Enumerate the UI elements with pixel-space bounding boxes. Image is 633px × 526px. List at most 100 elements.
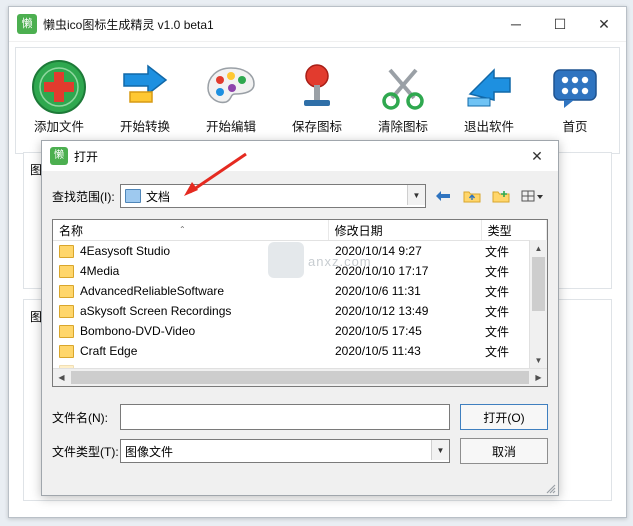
chevron-down-icon[interactable]: ▼ — [407, 185, 425, 205]
file-name-cell: aSkysoft Screen Recordings — [53, 304, 335, 318]
dialog-close-button[interactable]: ✕ — [516, 142, 558, 171]
toolbar-button-exit[interactable]: 退出软件 — [446, 53, 532, 135]
list-item[interactable]: 4Easysoft Studio 2020/10/14 9:27 文件 — [53, 241, 547, 261]
file-date-cell: 2020/10/10 17:17 — [335, 264, 429, 278]
file-name-text: 4Media — [80, 264, 120, 278]
open-button[interactable]: 打开(O) — [460, 404, 548, 430]
file-list-horizontal-scrollbar[interactable]: ◀ ▶ — [53, 368, 547, 386]
toolbar-label-home: 首页 — [562, 120, 588, 134]
file-name-text: aSkysoft Screen Recordings — [80, 304, 232, 318]
toolbar-label-clear-icon: 清除图标 — [377, 120, 428, 134]
file-name-cell: AdvancedReliableSoftware — [53, 284, 335, 298]
app-logo-icon: 懒 — [17, 14, 37, 34]
filename-input[interactable] — [120, 404, 450, 430]
maximize-button[interactable]: ☐ — [538, 8, 582, 41]
add-file-icon — [16, 56, 102, 118]
lookin-value: 文档 — [146, 189, 171, 204]
list-item[interactable]: Bombono-DVD-Video 2020/10/5 17:45 文件 — [53, 321, 547, 341]
file-name-text: Bombono-DVD-Video — [80, 324, 196, 338]
scroll-right-icon[interactable]: ▶ — [530, 369, 547, 386]
app-titlebar: 懒 懒虫ico图标生成精灵 v1.0 beta1 ─ ☐ ✕ — [9, 7, 626, 42]
toolbar-button-clear-icon[interactable]: 清除图标 — [360, 53, 446, 135]
toolbar-label-exit: 退出软件 — [463, 120, 514, 134]
column-header-name-label: 名称 — [59, 223, 84, 238]
scissors-icon — [360, 56, 446, 118]
column-header-name[interactable]: 名称 ⌃ — [53, 220, 329, 240]
list-item[interactable]: aSkysoft Screen Recordings 2020/10/12 13… — [53, 301, 547, 321]
new-folder-button[interactable] — [489, 185, 513, 207]
file-list-vertical-scrollbar[interactable]: ▲ ▼ — [529, 240, 547, 369]
horizontal-scroll-thumb[interactable] — [71, 371, 529, 384]
toolbar-button-home[interactable]: 首页 — [532, 53, 618, 135]
file-date-cell: 2020/10/14 9:27 — [335, 244, 422, 258]
list-item[interactable]: AdvancedReliableSoftware 2020/10/6 11:31… — [53, 281, 547, 301]
chevron-down-icon[interactable]: ▼ — [431, 440, 449, 460]
toolbar-label-edit: 开始编辑 — [205, 120, 256, 134]
folder-icon — [59, 304, 74, 318]
palette-icon — [188, 56, 274, 118]
filetype-label: 文件类型(T): — [52, 444, 119, 459]
toolbar-label-save-icon: 保存图标 — [291, 120, 342, 134]
sort-ascending-icon: ⌃ — [179, 225, 186, 234]
file-date-cell: 2020/10/12 13:49 — [335, 304, 429, 318]
toolbar-button-save-icon[interactable]: 保存图标 — [274, 53, 360, 135]
file-name-text: 4Easysoft Studio — [80, 244, 171, 258]
toolbar-button-add-file[interactable]: 添加文件 — [16, 53, 102, 135]
folder-icon — [59, 324, 74, 338]
file-name-cell: Bombono-DVD-Video — [53, 324, 335, 338]
column-header-date[interactable]: 修改日期 — [329, 220, 482, 240]
filetype-row: 文件类型(T): 图像文件 ▼ 取消 — [52, 438, 548, 464]
toolbar: 添加文件 开始转换 开始编辑 保存图标 清除图标 退出软件 首页 — [15, 47, 620, 154]
folder-icon — [59, 264, 74, 278]
home-chat-icon — [532, 56, 618, 118]
new-folder-icon — [492, 190, 510, 202]
list-item[interactable]: 4Media 2020/10/10 17:17 文件 — [53, 261, 547, 281]
file-name-text: AdvancedReliableSoftware — [80, 284, 225, 298]
lookin-combobox[interactable]: 文档 ▼ — [120, 184, 426, 208]
vertical-scroll-thumb[interactable] — [532, 257, 545, 311]
scroll-left-icon[interactable]: ◀ — [53, 369, 70, 386]
folder-icon — [59, 284, 74, 298]
toolbar-button-convert[interactable]: 开始转换 — [102, 53, 188, 135]
scroll-up-icon[interactable]: ▲ — [530, 240, 547, 257]
file-date-cell: 2020/10/5 17:45 — [335, 324, 422, 338]
folder-icon — [59, 344, 74, 358]
column-header-type-label: 类型 — [487, 223, 512, 238]
toolbar-label-convert: 开始转换 — [119, 120, 170, 134]
resize-grip[interactable] — [544, 482, 556, 494]
view-mode-button[interactable] — [518, 185, 548, 207]
filetype-value: 图像文件 — [125, 444, 174, 459]
view-list-icon — [521, 190, 543, 202]
filename-row: 文件名(N): 打开(O) — [52, 404, 548, 430]
file-name-cell: 4Easysoft Studio — [53, 244, 335, 258]
back-arrow-icon — [436, 191, 450, 201]
documents-folder-icon — [125, 189, 141, 203]
minimize-button[interactable]: ─ — [494, 8, 538, 41]
file-list-header: 名称 ⌃ 修改日期 类型 — [53, 220, 547, 241]
scroll-down-icon[interactable]: ▼ — [530, 352, 547, 369]
file-list[interactable]: 名称 ⌃ 修改日期 类型 4Easysoft Studio 2020/10/14… — [52, 219, 548, 387]
file-name-cell: 4Media — [53, 264, 335, 278]
back-button[interactable] — [431, 185, 455, 207]
up-folder-button[interactable] — [460, 185, 484, 207]
list-item[interactable]: Craft Edge 2020/10/5 11:43 文件 — [53, 341, 547, 361]
dialog-title: 打开 — [74, 149, 99, 164]
folder-icon — [59, 244, 74, 258]
up-folder-icon — [463, 191, 481, 202]
file-date-cell: 2020/10/5 11:43 — [335, 344, 421, 358]
open-file-dialog: 懒 打开 ✕ 查找范围(I): 文档 ▼ 名称 ⌃ 修改日期 类型 4Easys… — [41, 140, 559, 496]
convert-arrow-icon — [102, 56, 188, 118]
toolbar-label-add-file: 添加文件 — [33, 120, 84, 134]
toolbar-button-edit[interactable]: 开始编辑 — [188, 53, 274, 135]
file-date-cell: 2020/10/6 11:31 — [335, 284, 421, 298]
column-header-date-label: 修改日期 — [334, 223, 383, 238]
lookin-row: 查找范围(I): 文档 ▼ — [52, 181, 548, 211]
cancel-button[interactable]: 取消 — [460, 438, 548, 464]
lookin-label: 查找范围(I): — [52, 189, 115, 204]
file-name-cell: Craft Edge — [53, 344, 335, 358]
exit-arrow-icon — [446, 56, 532, 118]
close-button[interactable]: ✕ — [582, 8, 626, 41]
filetype-combobox[interactable]: 图像文件 ▼ — [120, 439, 450, 463]
dialog-titlebar: 懒 打开 ✕ — [42, 141, 558, 171]
column-header-type[interactable]: 类型 — [482, 220, 547, 240]
